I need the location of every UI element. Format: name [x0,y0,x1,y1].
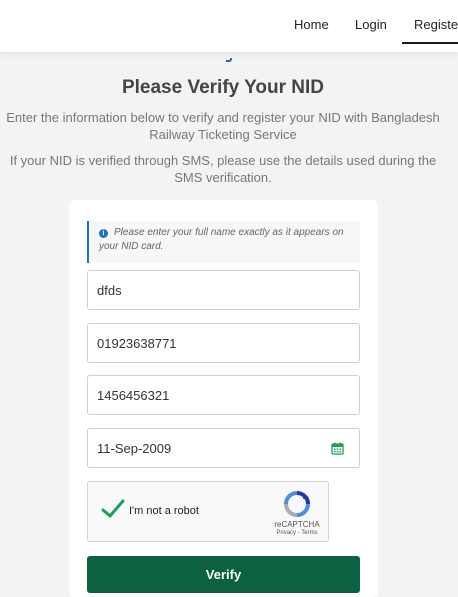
nav-login-link[interactable]: Login [355,17,387,32]
logo-fragment [226,58,232,62]
nav-register-link[interactable]: Register [414,17,458,32]
nav-home-link[interactable]: Home [294,17,329,32]
verify-button[interactable]: Verify [87,556,360,593]
top-navbar: Home Login Register [0,0,458,52]
checkmark-icon[interactable] [101,499,125,519]
recaptcha-logo-icon [284,491,310,517]
sms-note-text: If your NID is verified through SMS, ple… [9,153,437,185]
intro-text: Enter the information below to verify an… [6,110,440,142]
date-of-birth-input[interactable] [87,428,360,468]
nid-number-input[interactable] [87,375,360,415]
name-info-alert: i Please enter your full name exactly as … [87,221,360,263]
mobile-number-input[interactable] [87,323,360,363]
alert-text: Please enter your full name exactly as i… [99,227,344,252]
calendar-icon[interactable] [331,442,344,455]
recaptcha-label: I'm not a robot [129,505,199,517]
info-icon: i [99,229,108,238]
recaptcha-privacy-terms-links[interactable]: Privacy - Terms [265,530,329,536]
recaptcha-brand: reCAPTCHA [274,520,320,529]
page-title: Please Verify Your NID [121,77,325,98]
nav-active-underline [402,42,458,44]
full-name-input[interactable] [87,270,360,310]
